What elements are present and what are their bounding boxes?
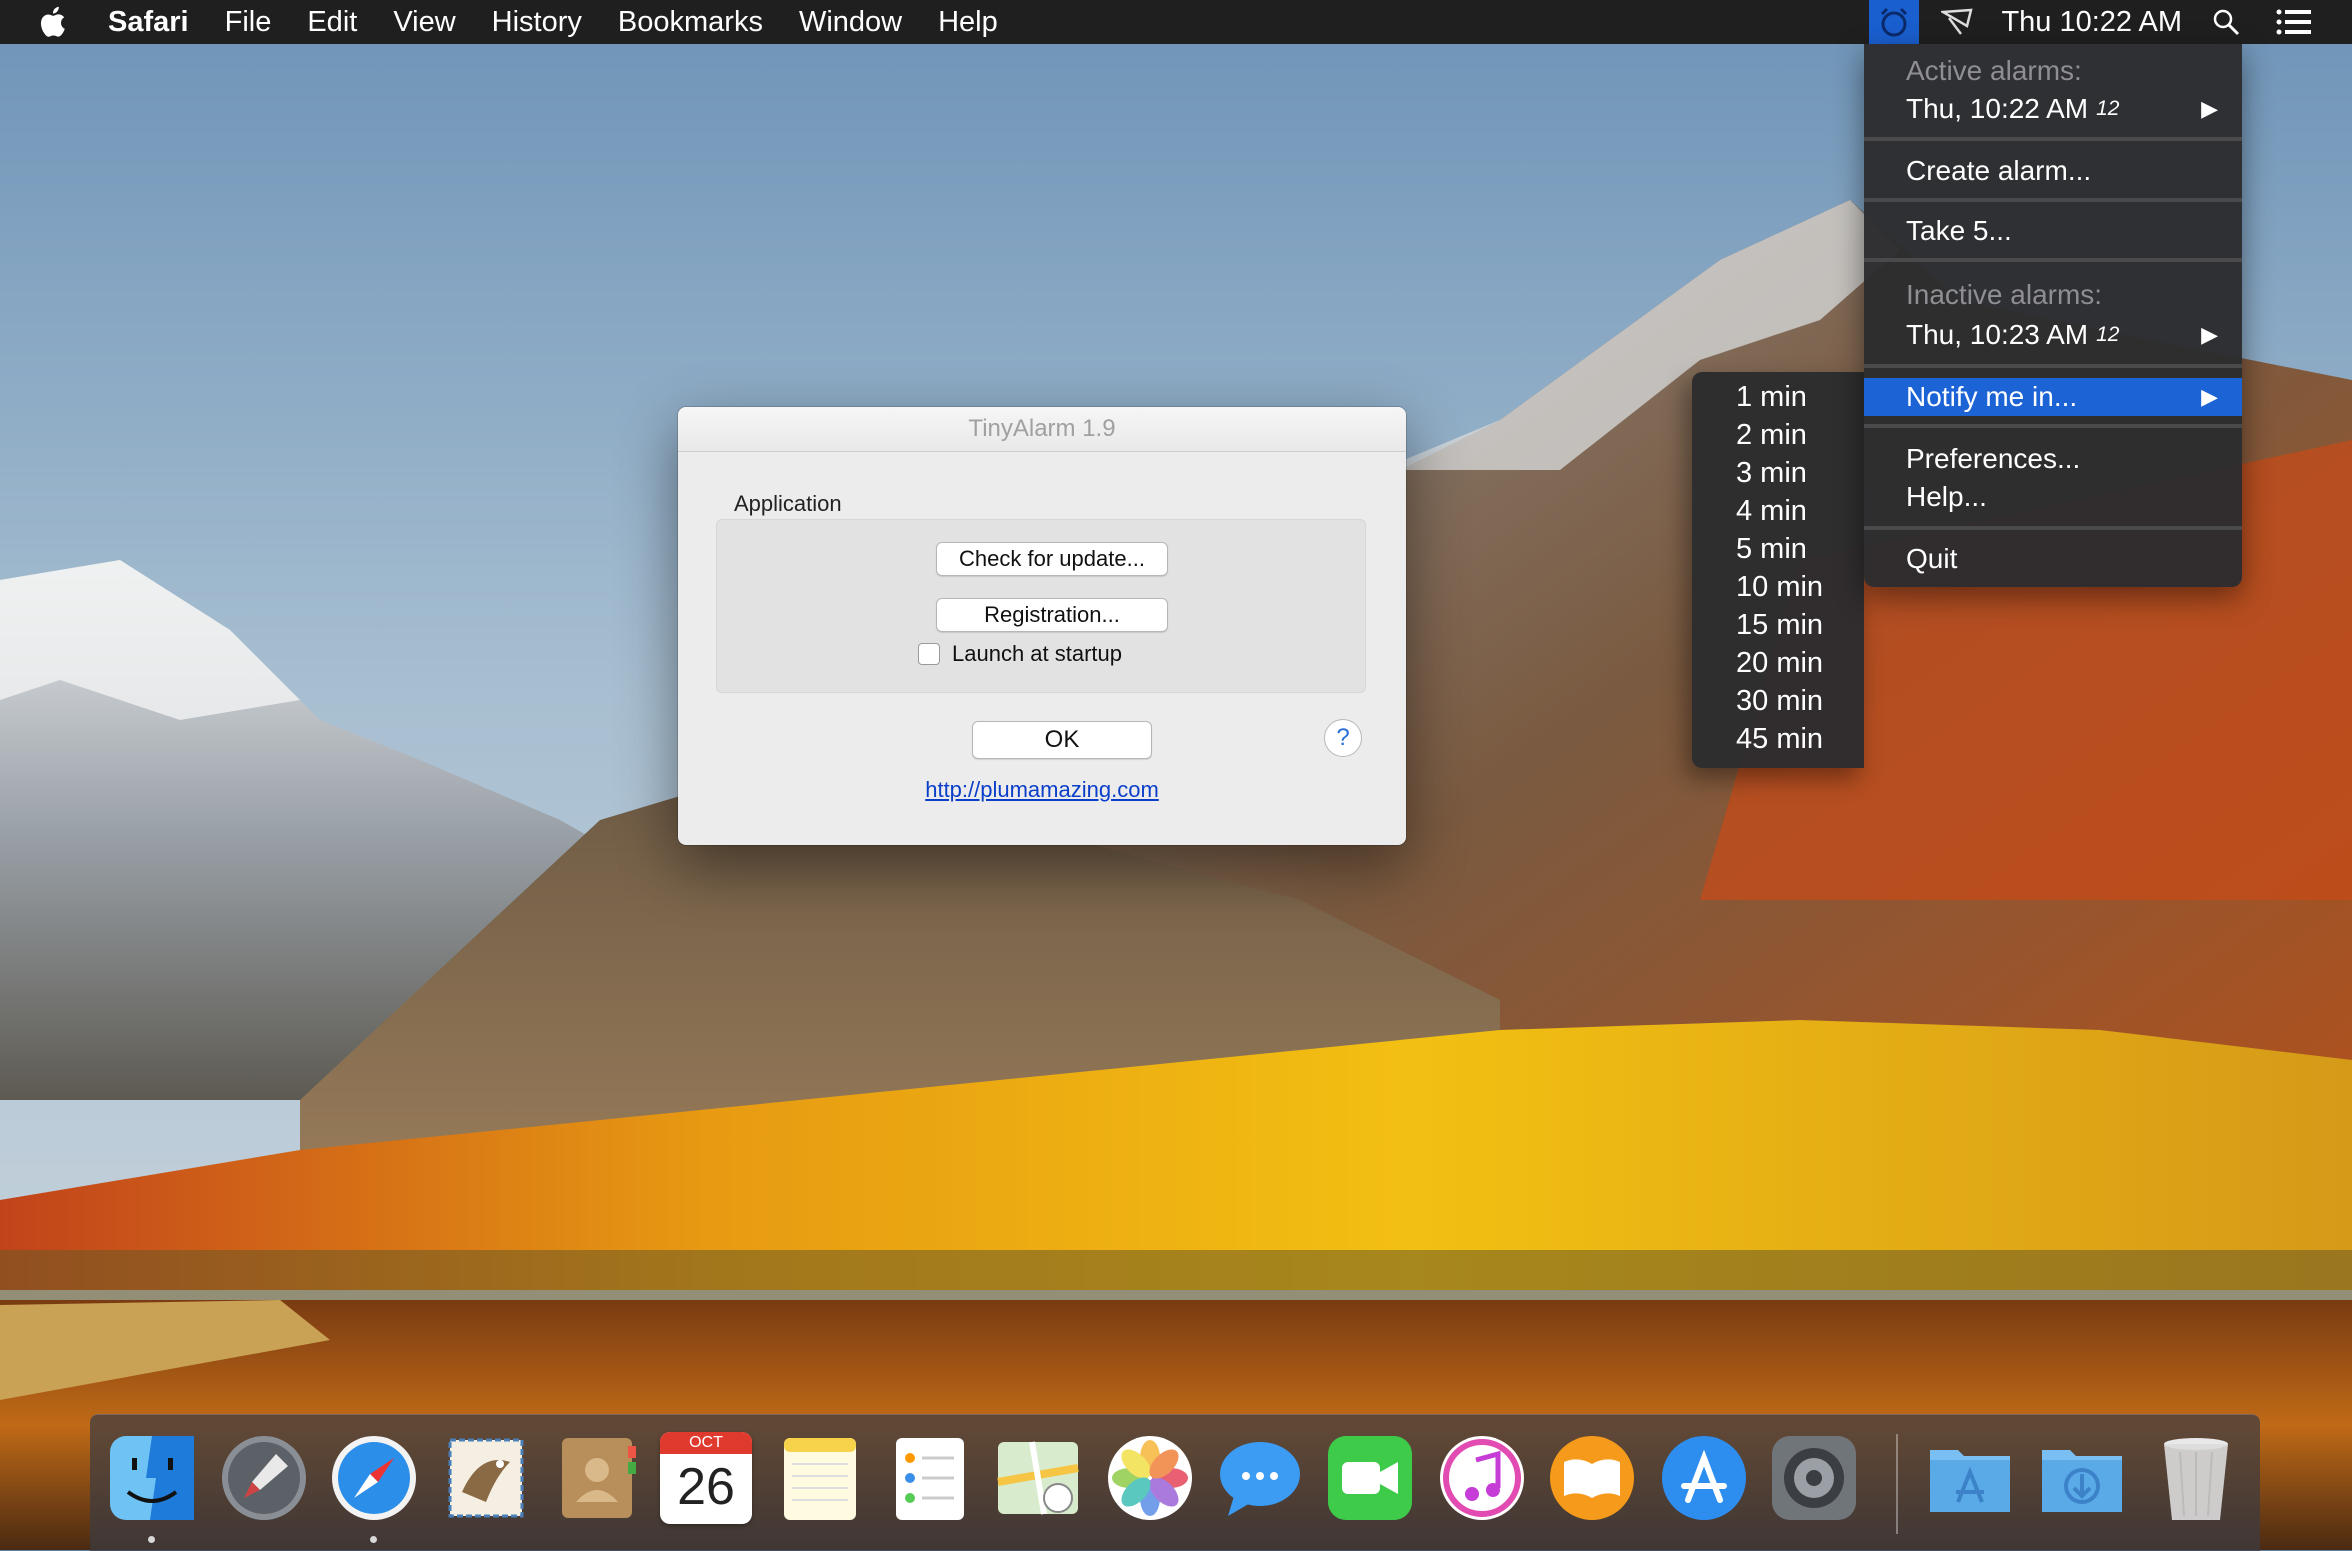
notify-30-min[interactable]: 30 min: [1736, 682, 1823, 720]
notify-1-min[interactable]: 1 min: [1736, 378, 1807, 416]
notify-15-min[interactable]: 15 min: [1736, 606, 1823, 644]
quit-item[interactable]: Quit: [1864, 540, 2242, 578]
notify-5-min[interactable]: 5 min: [1736, 530, 1807, 568]
apple-logo-icon[interactable]: [38, 6, 78, 38]
finder-icon[interactable]: [106, 1432, 198, 1524]
active-alarms-header: Active alarms:: [1906, 55, 2082, 86]
active-alarm-item[interactable]: Thu, 10:22 AM 12 ▶: [1864, 90, 2242, 128]
spotlight-search-icon[interactable]: [2212, 8, 2240, 36]
notify-4-min[interactable]: 4 min: [1736, 492, 1807, 530]
inactive-alarms-header: Inactive alarms:: [1906, 279, 2103, 310]
menu-separator: [1864, 424, 2242, 428]
inactive-alarm-item[interactable]: Thu, 10:23 AM 12 ▶: [1864, 316, 2242, 354]
alarm-status-menu: Active alarms: Thu, 10:22 AM 12 ▶ Create…: [1864, 44, 2242, 587]
system-preferences-icon[interactable]: [1768, 1432, 1860, 1524]
menu-edit[interactable]: Edit: [307, 6, 357, 39]
ibooks-icon[interactable]: [1546, 1432, 1638, 1524]
take-5-item[interactable]: Take 5...: [1864, 212, 2242, 250]
inactive-alarm-time: Thu, 10:23 AM: [1906, 319, 2089, 350]
active-alarm-repeat-tag: 12: [2096, 97, 2120, 120]
notify-2-min[interactable]: 2 min: [1736, 416, 1807, 454]
itunes-icon[interactable]: [1436, 1432, 1528, 1524]
running-indicator: [370, 1536, 377, 1543]
notes-icon[interactable]: [774, 1432, 866, 1524]
applications-folder-icon[interactable]: [1924, 1432, 2016, 1524]
menu-separator: [1864, 198, 2242, 202]
app-store-icon[interactable]: [1658, 1432, 1750, 1524]
safari-icon[interactable]: [328, 1432, 420, 1524]
calendar-month: OCT: [660, 1432, 752, 1454]
menu-history[interactable]: History: [492, 6, 582, 39]
dock-divider: [1896, 1434, 1898, 1534]
notify-10-min[interactable]: 10 min: [1736, 568, 1823, 606]
trash-icon[interactable]: [2150, 1432, 2242, 1524]
menu-separator: [1864, 258, 2242, 262]
menu-separator: [1864, 364, 2242, 368]
dialog-titlebar[interactable]: TinyAlarm 1.9: [678, 407, 1406, 452]
menu-bar-clock[interactable]: Thu 10:22 AM: [2001, 6, 2182, 39]
registration-button[interactable]: Registration...: [936, 598, 1168, 632]
notification-center-icon[interactable]: [2276, 9, 2312, 35]
notify-me-in-item[interactable]: Notify me in... ▶: [1864, 378, 2242, 416]
launch-at-startup-checkbox[interactable]: [918, 643, 940, 665]
launch-at-startup-label: Launch at startup: [952, 641, 1123, 666]
menu-view[interactable]: View: [393, 6, 455, 39]
downloads-folder-icon[interactable]: [2036, 1432, 2128, 1524]
help-item[interactable]: Help...: [1864, 478, 2242, 516]
menu-separator: [1864, 526, 2242, 530]
alarm-clock-icon[interactable]: [1869, 0, 1920, 44]
active-alarm-time: Thu, 10:22 AM: [1906, 93, 2089, 124]
calendar-day: 26: [677, 1458, 735, 1516]
menu-bar: Safari File Edit View History Bookmarks …: [0, 0, 2352, 44]
notify-20-min[interactable]: 20 min: [1736, 644, 1823, 682]
submenu-arrow-icon: ▶: [2201, 96, 2218, 121]
calendar-icon[interactable]: OCT 26: [660, 1432, 752, 1524]
contacts-icon[interactable]: [552, 1432, 644, 1524]
menu-app-safari[interactable]: Safari: [108, 6, 189, 39]
tinyalarm-about-dialog: TinyAlarm 1.9 Application Check for upda…: [678, 407, 1406, 845]
photos-icon[interactable]: [1104, 1432, 1196, 1524]
application-group-label: Application: [734, 491, 842, 516]
ok-button[interactable]: OK: [972, 721, 1152, 759]
menu-window[interactable]: Window: [799, 6, 902, 39]
menu-file[interactable]: File: [225, 6, 272, 39]
reminders-icon[interactable]: [884, 1432, 976, 1524]
menu-separator: [1864, 137, 2242, 141]
launch-at-startup-row[interactable]: Launch at startup: [918, 641, 1122, 667]
maps-icon[interactable]: [992, 1432, 1084, 1524]
launchpad-icon[interactable]: [218, 1432, 310, 1524]
facetime-icon[interactable]: [1324, 1432, 1416, 1524]
plumamazing-link[interactable]: http://plumamazing.com: [678, 777, 1406, 803]
dialog-title: TinyAlarm 1.9: [968, 415, 1116, 442]
menu-bar-status-area: Thu 10:22 AM: [1869, 0, 2352, 44]
messages-icon[interactable]: [1214, 1432, 1306, 1524]
mail-icon[interactable]: [440, 1432, 532, 1524]
menu-bookmarks[interactable]: Bookmarks: [618, 6, 763, 39]
menu-help[interactable]: Help: [938, 6, 998, 39]
notify-me-in-submenu: 1 min 2 min 3 min 4 min 5 min 10 min 15 …: [1692, 372, 1864, 768]
notify-me-in-label: Notify me in...: [1906, 381, 2078, 412]
create-alarm-item[interactable]: Create alarm...: [1864, 152, 2242, 190]
check-for-update-button[interactable]: Check for update...: [936, 542, 1168, 576]
submenu-arrow-icon: ▶: [2201, 322, 2218, 347]
notify-45-min[interactable]: 45 min: [1736, 720, 1823, 758]
running-indicator: [148, 1536, 155, 1543]
inactive-alarm-repeat-tag: 12: [2096, 323, 2120, 346]
submenu-arrow-icon: ▶: [2201, 384, 2218, 409]
notify-3-min[interactable]: 3 min: [1736, 454, 1807, 492]
help-button[interactable]: ?: [1324, 719, 1362, 757]
preferences-item[interactable]: Preferences...: [1864, 440, 2242, 478]
airplay-icon[interactable]: [1941, 8, 1974, 36]
